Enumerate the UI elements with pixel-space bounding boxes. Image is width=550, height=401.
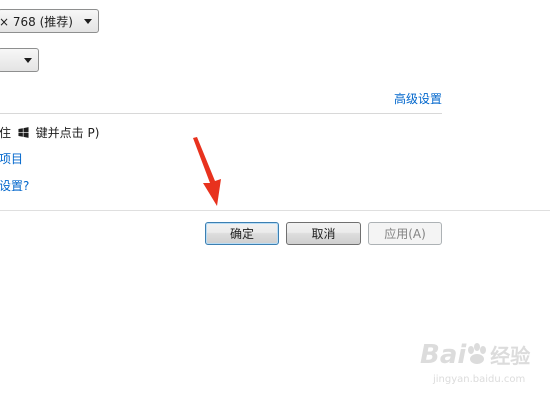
resolution-dropdown[interactable]: × 768 (推荐) [0, 9, 99, 33]
paw-icon [468, 343, 487, 364]
section-divider [0, 113, 442, 114]
red-arrow-icon [193, 137, 221, 206]
button-bar-divider [0, 210, 550, 211]
resolution-dropdown-value: × 768 (推荐) [0, 14, 73, 29]
windows-logo-icon [18, 127, 29, 138]
ok-button[interactable]: 确定 [205, 222, 279, 245]
advanced-settings-link[interactable]: 高级设置 [394, 90, 442, 107]
cancel-button-label: 取消 [311, 227, 336, 241]
shortcut-tip-suffix: 键并点击 P) [35, 126, 100, 140]
settings-help-link[interactable]: 设置? [0, 177, 29, 194]
watermark-brand: Bai [420, 340, 467, 370]
chevron-down-icon [84, 18, 92, 24]
chevron-down-icon [24, 57, 32, 63]
cancel-button[interactable]: 取消 [286, 222, 361, 245]
watermark-logo: Bai 经验 [420, 340, 530, 370]
watermark-url: jingyan.baidu.com [433, 374, 526, 385]
apply-button[interactable]: 应用(A) [368, 222, 442, 245]
orientation-dropdown[interactable] [0, 48, 39, 72]
ok-button-label: 确定 [229, 227, 254, 241]
apply-button-label: 应用(A) [384, 227, 426, 241]
shortcut-tip: 住 键并点击 P) [0, 124, 99, 141]
shortcut-tip-prefix: 住 [0, 126, 12, 140]
items-link[interactable]: 项目 [0, 150, 23, 167]
watermark-brand-suffix: 经验 [490, 344, 531, 368]
